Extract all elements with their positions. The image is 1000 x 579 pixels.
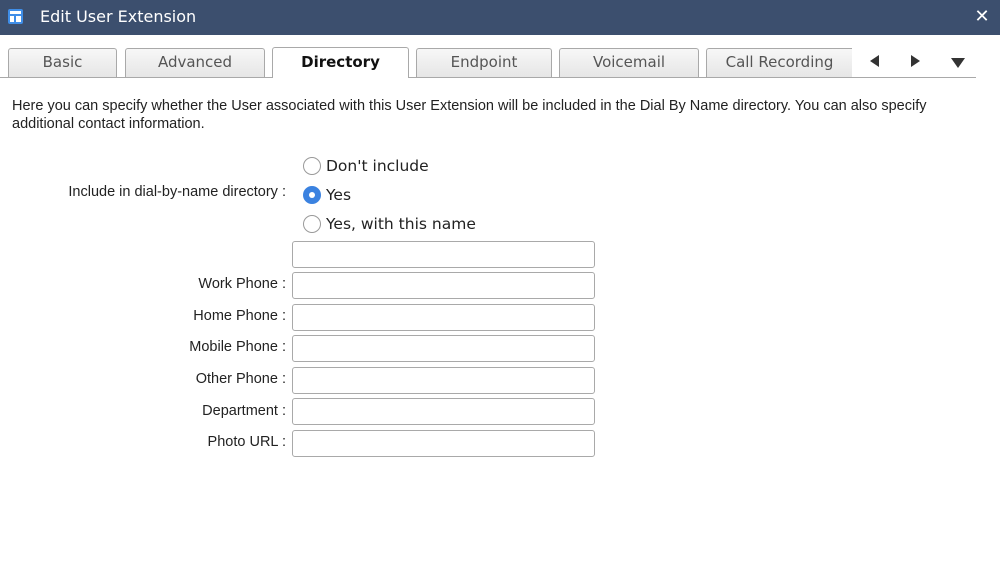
window-title: Edit User Extension (40, 7, 197, 26)
radio-label: Yes, with this name (326, 215, 476, 233)
triangle-right-icon[interactable] (906, 52, 924, 70)
photo-url-field[interactable] (292, 430, 595, 457)
mobile-phone-label: Mobile Phone : (189, 339, 286, 355)
home-phone-field[interactable] (292, 304, 595, 331)
tab-call-recording[interactable]: Call Recording (706, 48, 852, 77)
radio-dont-include[interactable]: Don't include (303, 155, 429, 177)
table-icon (8, 9, 23, 24)
department-label: Department : (202, 403, 286, 419)
tab-advanced[interactable]: Advanced (125, 48, 265, 77)
close-icon[interactable]: ✕ (972, 6, 992, 28)
tab-basic[interactable]: Basic (8, 48, 117, 77)
work-phone-field[interactable] (292, 272, 595, 299)
triangle-left-icon[interactable] (866, 52, 884, 70)
tab-endpoint[interactable]: Endpoint (416, 48, 552, 77)
department-field[interactable] (292, 398, 595, 425)
radio-button[interactable] (303, 157, 321, 175)
title-bar: Edit User Extension ✕ (0, 0, 1000, 35)
photo-url-label: Photo URL : (207, 434, 286, 450)
directory-name-field[interactable] (292, 241, 595, 268)
tab-voicemail[interactable]: Voicemail (559, 48, 699, 77)
radio-yes-with-name[interactable]: Yes, with this name (303, 213, 476, 235)
triangle-down-icon[interactable] (949, 52, 967, 70)
other-phone-field[interactable] (292, 367, 595, 394)
radio-button-checked[interactable] (303, 186, 321, 204)
radio-button[interactable] (303, 215, 321, 233)
mobile-phone-field[interactable] (292, 335, 595, 362)
section-description: Here you can specify whether the User as… (12, 98, 927, 132)
directory-label: Include in dial-by-name directory : (68, 184, 286, 200)
home-phone-label: Home Phone : (193, 308, 286, 324)
other-phone-label: Other Phone : (195, 371, 286, 387)
radio-label: Yes (326, 186, 352, 204)
radio-yes[interactable]: Yes (303, 184, 351, 206)
tab-directory[interactable]: Directory (272, 47, 409, 78)
tab-divider (0, 77, 976, 78)
work-phone-label: Work Phone : (198, 276, 286, 292)
radio-label: Don't include (326, 157, 429, 175)
